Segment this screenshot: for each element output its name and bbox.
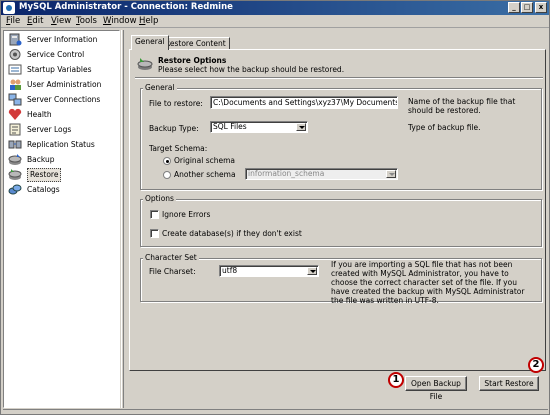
another-schema-radio[interactable] [163, 171, 171, 179]
sidebar-item-catalogs[interactable]: Catalogs [5, 182, 118, 197]
sidebar: Server Information Service Control Start… [3, 30, 120, 408]
character-set-group-title: Character Set [143, 253, 199, 262]
menu-view[interactable]: View [51, 16, 71, 26]
file-charset-help: If you are importing a SQL file that has… [331, 260, 525, 305]
file-to-restore-label: File to restore: [149, 99, 203, 108]
another-schema-value: information_schema [248, 169, 325, 178]
menu-edit[interactable]: Edit [27, 16, 43, 26]
sidebar-splitter[interactable] [121, 30, 124, 408]
backup-type-value: SQL Files [213, 122, 247, 131]
backup-type-label: Backup Type: [149, 124, 199, 133]
chevron-down-icon [386, 170, 396, 178]
sidebar-item-restore[interactable]: Restore [5, 167, 118, 182]
service-control-icon [9, 49, 21, 60]
options-group-title: Options [143, 194, 176, 203]
open-backup-file-button[interactable]: Open Backup File [405, 376, 467, 401]
another-schema-label[interactable]: Another schema [174, 170, 236, 179]
ignore-errors-checkbox[interactable] [150, 210, 159, 219]
server-logs-icon [9, 123, 21, 136]
sidebar-item-startup-variables[interactable]: Startup Variables [5, 62, 118, 77]
file-to-restore-input[interactable]: C:\Documents and Settings\xyz37\My Docum… [210, 96, 398, 109]
backup-type-help: Type of backup file. [408, 123, 481, 132]
sidebar-item-server-information[interactable]: Server Information [5, 32, 118, 47]
another-schema-select: information_schema [245, 168, 398, 180]
catalogs-icon [8, 184, 22, 195]
ignore-errors-label[interactable]: Ignore Errors [162, 210, 210, 219]
sidebar-item-backup[interactable]: Backup [5, 152, 118, 167]
options-group [140, 199, 542, 247]
menu-help[interactable]: Help [139, 16, 158, 26]
sidebar-item-service-control[interactable]: Service Control [5, 47, 118, 62]
server-connections-icon [8, 93, 22, 106]
sidebar-item-user-administration[interactable]: User Administration [5, 77, 118, 92]
main-window: MySQL Administrator - Connection: Redmin… [0, 0, 550, 415]
user-administration-icon [10, 79, 21, 90]
chevron-down-icon[interactable] [307, 267, 317, 275]
health-icon [8, 108, 22, 120]
minimize-button[interactable]: _ [508, 2, 520, 13]
status-bar [3, 409, 548, 413]
file-charset-select[interactable]: utf8 [219, 265, 319, 277]
file-charset-value: utf8 [222, 266, 238, 275]
general-group-title: General [143, 83, 177, 92]
target-schema-label: Target Schema: [149, 144, 208, 153]
header-separator [135, 77, 543, 79]
sidebar-item-server-logs[interactable]: Server Logs [5, 122, 118, 137]
window-title: MySQL Administrator - Connection: Redmin… [19, 2, 233, 12]
replication-status-icon [8, 140, 22, 149]
close-button[interactable]: x [535, 2, 547, 13]
menu-window[interactable]: Window [103, 16, 137, 26]
tab-general[interactable]: General [131, 35, 169, 50]
create-database-checkbox[interactable] [150, 229, 159, 238]
file-charset-label: File Charset: [149, 267, 196, 276]
server-information-icon [9, 33, 22, 46]
start-restore-button[interactable]: Start Restore [479, 376, 539, 391]
page-title: Restore Options [158, 56, 227, 65]
restore-header-icon [137, 58, 153, 70]
original-schema-radio[interactable] [163, 157, 171, 165]
chevron-down-icon[interactable] [296, 123, 306, 131]
callout-2: 2 [528, 357, 544, 373]
page-subtitle: Please select how the backup should be r… [158, 65, 345, 74]
sidebar-item-health[interactable]: Health [5, 107, 118, 122]
sidebar-item-server-connections[interactable]: Server Connections [5, 92, 118, 107]
create-database-label[interactable]: Create database(s) if they don't exist [162, 229, 302, 238]
title-bar[interactable]: MySQL Administrator - Connection: Redmin… [1, 1, 549, 15]
original-schema-label[interactable]: Original schema [174, 156, 235, 165]
backup-type-select[interactable]: SQL Files [210, 121, 308, 133]
file-to-restore-help: Name of the backup file that should be r… [408, 97, 516, 115]
menu-bar: File Edit View Tools Window Help [1, 15, 549, 28]
mysql-app-icon [3, 2, 15, 14]
backup-icon [8, 154, 22, 165]
menu-file[interactable]: File [6, 16, 20, 26]
callout-1: 1 [388, 372, 404, 388]
maximize-button[interactable]: □ [521, 2, 533, 13]
menu-tools[interactable]: Tools [76, 16, 97, 26]
sidebar-item-replication-status[interactable]: Replication Status [5, 137, 118, 152]
restore-icon [8, 169, 22, 180]
startup-variables-icon [8, 64, 22, 75]
